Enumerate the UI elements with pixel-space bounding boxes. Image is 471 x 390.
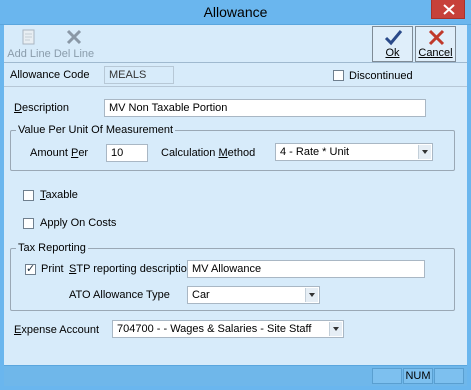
expense-account-label: Expense Account	[14, 324, 100, 336]
close-icon	[443, 4, 455, 15]
chevron-down-icon[interactable]	[305, 288, 318, 302]
del-line-label: Del Line	[53, 48, 95, 60]
ato-allowance-type-value: Car	[192, 289, 210, 301]
cancel-button[interactable]: Cancel	[415, 26, 456, 62]
status-cell-blank-2	[434, 368, 464, 384]
checkmark-icon	[373, 29, 412, 47]
stp-description-input[interactable]: MV Allowance	[187, 260, 425, 278]
add-line-icon	[6, 28, 52, 46]
add-line-button[interactable]: Add Line	[6, 26, 52, 62]
status-cell-blank	[372, 368, 402, 384]
discontinued-checkbox[interactable]	[333, 70, 344, 81]
cancel-icon	[416, 29, 455, 47]
taxable-label: Taxable	[40, 189, 78, 201]
delete-icon	[52, 28, 96, 46]
expense-account-value: 704700 - - Wages & Salaries - Site Staff	[117, 323, 312, 335]
calculation-method-label: Calculation Method	[161, 147, 256, 159]
window-title: Allowance	[203, 4, 268, 20]
header-divider	[4, 86, 467, 87]
ok-button[interactable]: Ok	[372, 26, 413, 62]
title-bar: Allowance	[0, 0, 471, 25]
calculation-method-select[interactable]: 4 - Rate * Unit	[275, 143, 433, 161]
calculation-method-value: 4 - Rate * Unit	[280, 146, 350, 158]
tax-reporting-title: Tax Reporting	[16, 242, 88, 254]
ato-allowance-type-label: ATO Allowance Type	[69, 289, 170, 301]
amount-per-label: Amount Per	[30, 147, 89, 159]
close-window-button[interactable]	[431, 0, 465, 19]
apply-on-costs-checkbox[interactable]	[23, 218, 34, 229]
toolbar: Add Line Del Line Ok Cancel	[4, 25, 467, 63]
cancel-label: Cancel	[418, 47, 453, 59]
status-bar: NUM	[4, 365, 467, 386]
discontinued-label: Discontinued	[349, 70, 413, 82]
description-input[interactable]: MV Non Taxable Portion	[104, 99, 426, 117]
num-lock-indicator: NUM	[403, 368, 433, 384]
apply-on-costs-label: Apply On Costs	[40, 217, 117, 229]
allowance-code-field: MEALS	[104, 66, 174, 84]
stp-description-label: STP reporting description	[69, 263, 193, 275]
ok-label: Ok	[385, 47, 400, 59]
chevron-down-icon[interactable]	[418, 145, 431, 159]
expense-account-select[interactable]: 704700 - - Wages & Salaries - Site Staff	[112, 320, 344, 338]
description-label: Description	[14, 102, 70, 114]
ato-allowance-type-select[interactable]: Car	[187, 286, 320, 304]
taxable-checkbox[interactable]	[23, 190, 34, 201]
add-line-label: Add Line	[7, 48, 51, 60]
allowance-code-label: Allowance Code	[10, 69, 90, 81]
print-label: Print	[41, 263, 64, 275]
amount-per-input[interactable]: 10	[106, 144, 148, 162]
print-checkbox[interactable]	[25, 262, 36, 275]
value-per-unit-title: Value Per Unit Of Measurement	[16, 124, 176, 136]
del-line-button[interactable]: Del Line	[52, 26, 96, 62]
chevron-down-icon[interactable]	[329, 322, 342, 336]
